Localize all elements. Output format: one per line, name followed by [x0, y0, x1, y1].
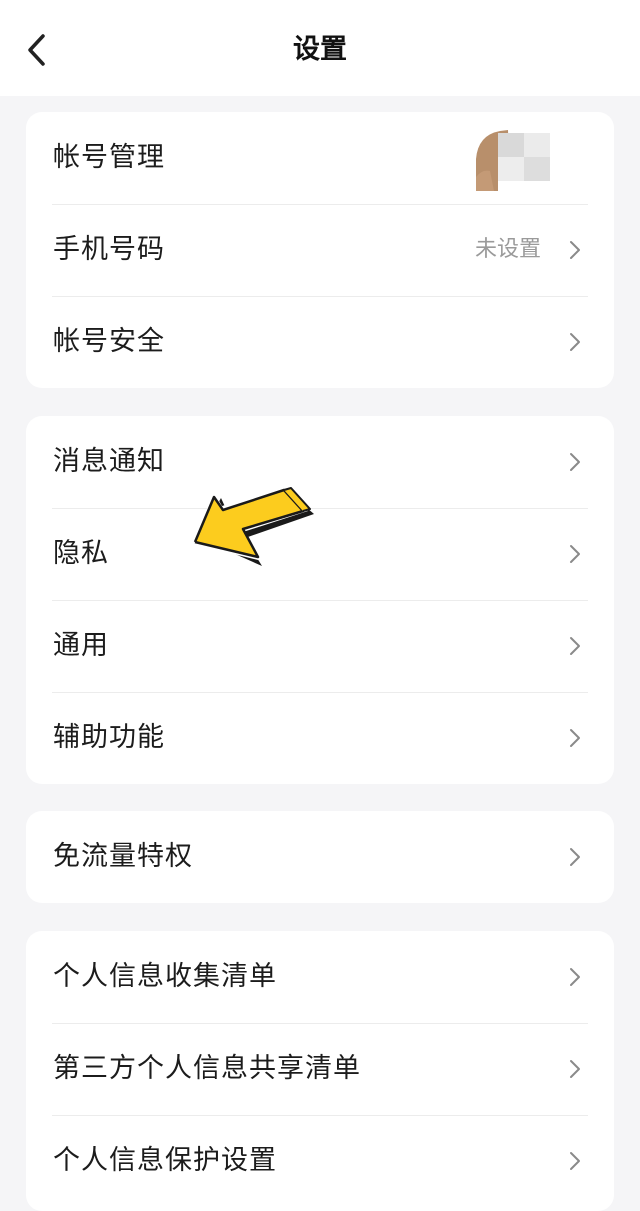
notifications-item[interactable]: 消息通知	[26, 416, 614, 508]
page-title: 设置	[293, 34, 347, 65]
chevron-right-icon	[570, 968, 580, 986]
account-security-item[interactable]: 帐号安全	[26, 296, 614, 388]
general-item[interactable]: 通用	[26, 600, 614, 692]
chevron-right-icon	[570, 729, 580, 747]
account-management-item[interactable]: 帐号管理	[26, 112, 614, 204]
accessibility-item[interactable]: 辅助功能	[26, 692, 614, 784]
general-settings-card: 消息通知 隐私 通用 辅助功能	[26, 416, 614, 784]
chevron-right-icon	[570, 453, 580, 471]
chevron-right-icon	[570, 241, 580, 259]
phone-number-label: 手机号码	[53, 234, 165, 265]
personal-info-collection-item[interactable]: 个人信息收集清单	[26, 931, 614, 1023]
general-label: 通用	[53, 630, 109, 661]
personal-info-collection-label: 个人信息收集清单	[53, 961, 277, 992]
accessibility-label: 辅助功能	[53, 722, 165, 753]
privacy-label: 隐私	[53, 538, 109, 569]
avatar[interactable]	[472, 125, 552, 191]
phone-number-item[interactable]: 手机号码 未设置	[26, 204, 614, 296]
account-security-label: 帐号安全	[53, 326, 165, 357]
privacy-item[interactable]: 隐私	[26, 508, 614, 600]
data-privilege-card: 免流量特权	[26, 811, 614, 903]
chevron-right-icon	[570, 545, 580, 563]
third-party-sharing-label: 第三方个人信息共享清单	[53, 1053, 361, 1084]
account-management-label: 帐号管理	[53, 142, 165, 173]
phone-number-status: 未设置	[474, 237, 541, 262]
notifications-label: 消息通知	[53, 446, 165, 477]
personal-info-card: 个人信息收集清单 第三方个人信息共享清单 个人信息保护设置	[26, 931, 614, 1211]
chevron-right-icon	[570, 1060, 580, 1078]
chevron-right-icon	[570, 637, 580, 655]
chevron-right-icon	[570, 848, 580, 866]
third-party-sharing-item[interactable]: 第三方个人信息共享清单	[26, 1023, 614, 1115]
chevron-right-icon	[570, 333, 580, 351]
free-data-privilege-label: 免流量特权	[53, 841, 193, 872]
account-settings-card: 帐号管理 手机号码 未设置 帐号安全	[26, 112, 614, 388]
personal-info-protection-label: 个人信息保护设置	[53, 1145, 277, 1176]
chevron-right-icon	[570, 1152, 580, 1170]
free-data-privilege-item[interactable]: 免流量特权	[26, 811, 614, 903]
top-nav-bar: 设置	[0, 0, 640, 96]
personal-info-protection-item[interactable]: 个人信息保护设置	[26, 1115, 614, 1207]
